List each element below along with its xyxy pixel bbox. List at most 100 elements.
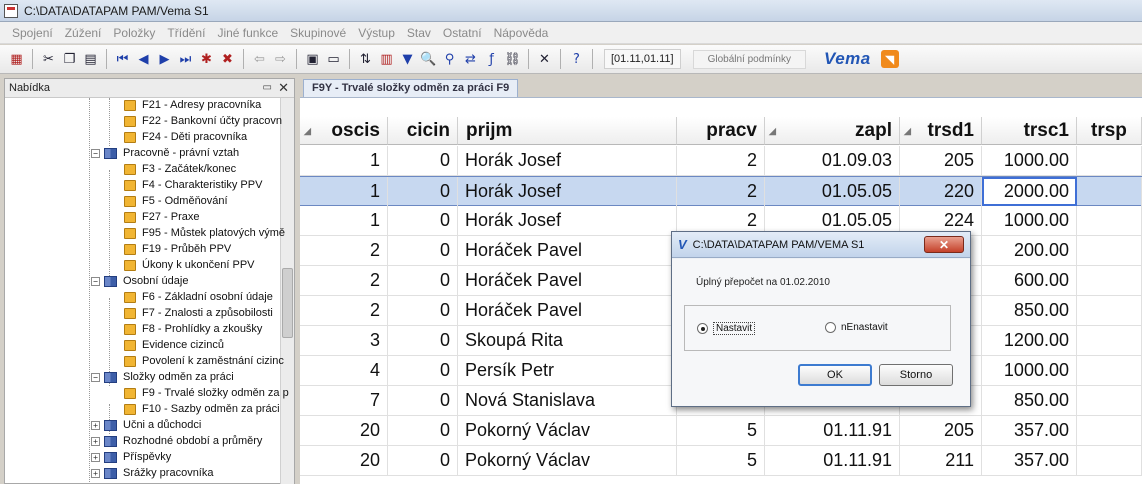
global-conditions-button[interactable]: Globální podmínky <box>692 49 806 69</box>
cell-trsc1[interactable]: 357.00 <box>982 446 1077 475</box>
cell-pracv[interactable]: 5 <box>677 446 765 475</box>
cell-cicin[interactable]: 0 <box>388 296 458 325</box>
sidebar-item[interactable]: Povolení k zaměstnání cizinc <box>124 353 284 369</box>
close-icon[interactable]: ✕ <box>278 80 289 96</box>
replace-icon[interactable]: ⇄ <box>461 50 480 69</box>
expand-icon[interactable]: + <box>91 468 100 478</box>
cell-oscis[interactable]: 2 <box>300 296 388 325</box>
cell-oscis[interactable]: 1 <box>300 177 388 206</box>
cell-trsp[interactable] <box>1077 266 1142 295</box>
formula-icon[interactable]: ƒ <box>482 50 501 69</box>
cell-trsc1[interactable]: 600.00 <box>982 266 1077 295</box>
column-header-trsc1[interactable]: trsc1 <box>982 117 1077 145</box>
collapse-icon[interactable]: − <box>91 276 100 286</box>
sidebar-item[interactable]: F22 - Bankovní účty pracovn <box>124 113 282 129</box>
cell-prijm[interactable]: Pokorný Václav <box>458 416 677 445</box>
sidebar-item[interactable]: + Srážky pracovníka <box>91 465 213 481</box>
column-header-trsp[interactable]: trsp <box>1077 117 1142 145</box>
tools-icon[interactable]: ✕ <box>535 50 554 69</box>
collapse-icon[interactable]: − <box>91 372 100 382</box>
table-row[interactable]: 1 0 Horák Josef 2 01.05.05 220 2000.00 <box>300 176 1142 206</box>
cell-prijm[interactable]: Pokorný Václav <box>458 446 677 475</box>
filter-icon[interactable]: ▼ <box>398 50 417 69</box>
cell-cicin[interactable]: 0 <box>388 326 458 355</box>
cell-cicin[interactable]: 0 <box>388 236 458 265</box>
cell-zapl[interactable]: 01.05.05 <box>765 177 900 206</box>
sidebar-item[interactable]: F7 - Znalosti a způsobilosti <box>124 305 273 321</box>
rss-icon[interactable]: ◥ <box>880 50 899 68</box>
copy-icon[interactable]: ❐ <box>60 50 79 69</box>
sidebar-item[interactable]: Úkony k ukončení PPV <box>124 257 255 273</box>
menu-trideni[interactable]: Třídění <box>167 26 205 40</box>
expand-icon[interactable]: + <box>91 452 100 462</box>
expand-icon[interactable]: + <box>91 420 100 430</box>
save-icon[interactable]: ▣ <box>303 50 322 69</box>
grid-icon[interactable]: ▦ <box>7 50 26 69</box>
cell-trsc1[interactable]: 1000.00 <box>982 356 1077 385</box>
sidebar-item[interactable]: − Osobní údaje <box>91 273 188 289</box>
sidebar-item[interactable]: F24 - Děti pracovníka <box>124 129 247 145</box>
cell-trsd1[interactable]: 220 <box>900 177 982 206</box>
ok-button[interactable]: OK <box>798 364 872 386</box>
dialog-close-button[interactable]: ✕ <box>924 236 964 253</box>
cut-icon[interactable]: ✂ <box>39 50 58 69</box>
cell-trsp[interactable] <box>1077 326 1142 355</box>
cell-cicin[interactable]: 0 <box>388 266 458 295</box>
table-row[interactable]: 20 0 Pokorný Václav 5 01.11.91 205 357.00 <box>300 416 1142 446</box>
menu-ostatni[interactable]: Ostatní <box>443 26 482 40</box>
paste-icon[interactable]: ▤ <box>81 50 100 69</box>
sidebar-item[interactable]: F19 - Průběh PPV <box>124 241 231 257</box>
cell-oscis[interactable]: 2 <box>300 266 388 295</box>
cell-cicin[interactable]: 0 <box>388 146 458 175</box>
cell-oscis[interactable]: 20 <box>300 446 388 475</box>
cell-pracv[interactable]: 2 <box>677 177 765 206</box>
cell-prijm[interactable]: Skoupá Rita <box>458 326 677 355</box>
sidebar-item[interactable]: + Učni a důchodci <box>91 417 201 433</box>
delete-record-icon[interactable]: ✖ <box>218 50 237 69</box>
cell-trsd1[interactable]: 205 <box>900 146 982 175</box>
cell-oscis[interactable]: 4 <box>300 356 388 385</box>
menu-jine-funkce[interactable]: Jiné funkce <box>217 26 278 40</box>
cell-prijm[interactable]: Horáček Pavel <box>458 236 677 265</box>
sidebar-item[interactable]: F10 - Sazby odměn za práci <box>124 401 280 417</box>
cell-zapl[interactable]: 01.09.03 <box>765 146 900 175</box>
column-header-zapl[interactable]: ◢ zapl <box>765 117 900 145</box>
cell-trsc1[interactable]: 850.00 <box>982 386 1077 415</box>
forward-icon[interactable]: ⇨ <box>271 50 290 69</box>
cell-trsc1[interactable]: 1000.00 <box>982 206 1077 235</box>
link-icon[interactable]: ⛓ <box>503 50 522 69</box>
sidebar-item[interactable]: F21 - Adresy pracovníka <box>124 98 261 113</box>
cell-prijm[interactable]: Horáček Pavel <box>458 296 677 325</box>
cell-trsp[interactable] <box>1077 446 1142 475</box>
column-header-cicin[interactable]: cicin <box>388 117 458 145</box>
sidebar-item[interactable]: − Pracovně - právní vztah <box>91 145 239 161</box>
form-icon[interactable]: ▭ <box>324 50 343 69</box>
cell-trsc1[interactable]: 1200.00 <box>982 326 1077 355</box>
cell-trsd1[interactable]: 205 <box>900 416 982 445</box>
sidebar-item[interactable]: + Příspěvky <box>91 449 171 465</box>
help-icon[interactable]: ? <box>567 50 586 69</box>
cell-zapl[interactable]: 01.11.91 <box>765 446 900 475</box>
radio-nenastavit[interactable]: nEnastavit <box>825 322 888 333</box>
cell-oscis[interactable]: 1 <box>300 146 388 175</box>
new-record-icon[interactable]: ✱ <box>197 50 216 69</box>
sort-icon[interactable]: ⇅ <box>356 50 375 69</box>
cell-cicin[interactable]: 0 <box>388 446 458 475</box>
menu-vystup[interactable]: Výstup <box>358 26 395 40</box>
cell-cicin[interactable]: 0 <box>388 386 458 415</box>
cell-pracv[interactable]: 5 <box>677 416 765 445</box>
tab-f9y[interactable]: F9Y - Trvalé složky odměn za práci F9 <box>303 79 519 97</box>
cell-trsp[interactable] <box>1077 177 1142 206</box>
table-row[interactable]: 1 0 Horák Josef 2 01.09.03 205 1000.00 <box>300 146 1142 176</box>
cell-trsp[interactable] <box>1077 236 1142 265</box>
menu-napoveda[interactable]: Nápověda <box>494 26 549 40</box>
table-row[interactable]: 20 0 Pokorný Václav 5 01.11.91 211 357.00 <box>300 446 1142 476</box>
scrollbar-thumb[interactable] <box>282 268 293 338</box>
sidebar-item[interactable]: − Složky odměn za práci <box>91 369 234 385</box>
sidebar-item[interactable]: F8 - Prohlídky a zkoušky <box>124 321 262 337</box>
column-header-pracv[interactable]: pracv <box>677 117 765 145</box>
menu-polozky[interactable]: Položky <box>113 26 155 40</box>
cell-trsc1[interactable]: 1000.00 <box>982 146 1077 175</box>
cell-oscis[interactable]: 20 <box>300 416 388 445</box>
cell-oscis[interactable]: 1 <box>300 206 388 235</box>
